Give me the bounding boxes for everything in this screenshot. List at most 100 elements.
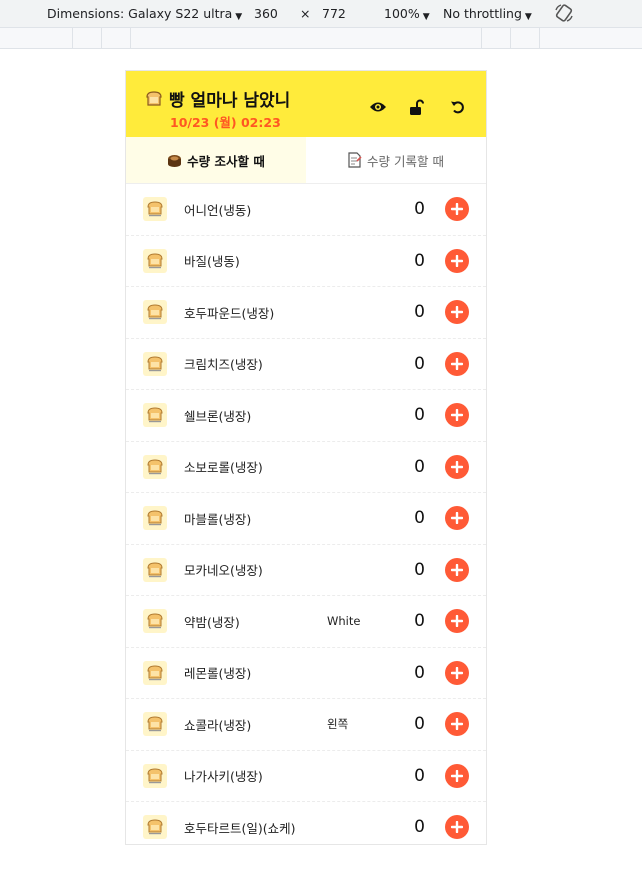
plus-icon: [451, 409, 463, 422]
height-input[interactable]: 772: [322, 6, 346, 21]
plus-icon: [451, 563, 463, 576]
plus-icon: [451, 769, 463, 782]
item-name: 쉘브론(냉장): [184, 408, 252, 424]
plus-icon: [451, 460, 463, 473]
increment-button[interactable]: [445, 351, 469, 376]
item-count: 0: [414, 765, 425, 786]
item-count: 0: [414, 250, 425, 271]
zoom-label: 100%: [384, 6, 420, 21]
caret-down-icon: ▼: [524, 12, 532, 22]
tab-survey[interactable]: 수량 조사할 때: [126, 137, 306, 183]
item-name: 쇼콜라(냉장): [184, 717, 252, 733]
increment-button[interactable]: [445, 712, 469, 737]
caret-down-icon: ▼: [235, 12, 243, 22]
increment-button[interactable]: [445, 403, 469, 428]
item-count: 0: [414, 714, 425, 735]
bread-list: 어니언(냉동) 0 바질(냉동) 0 호두파운드(냉장) 0 크림치즈(냉장) …: [126, 184, 486, 844]
rotate-icon[interactable]: [553, 2, 575, 24]
item-count: 0: [414, 662, 425, 683]
bread-icon: [146, 91, 162, 106]
item-count: 0: [414, 353, 425, 374]
cake-icon: [168, 154, 182, 167]
bread-thumbnail-icon: [143, 351, 167, 376]
device-select[interactable]: Dimensions: Galaxy S22 ultra ▼: [47, 6, 242, 22]
item-count: 0: [414, 456, 425, 477]
increment-button[interactable]: [445, 454, 469, 479]
plus-icon: [451, 821, 463, 834]
view-toggle-button[interactable]: [367, 96, 389, 118]
item-name: 마블롤(냉장): [184, 511, 252, 527]
current-datetime: 10/23 (월) 02:23: [170, 115, 281, 130]
increment-button[interactable]: [445, 506, 469, 531]
item-name: 크림치즈(냉장): [184, 357, 263, 373]
item-name: 레몬롤(냉장): [184, 666, 252, 682]
width-input[interactable]: 360: [254, 6, 278, 21]
item-count: 0: [414, 199, 425, 220]
plus-icon: [451, 357, 463, 370]
lock-toggle-button[interactable]: [406, 96, 428, 118]
eye-icon: [370, 102, 386, 112]
bread-thumbnail-icon: [143, 300, 167, 325]
item-count: 0: [414, 559, 425, 580]
app-viewport: 빵 얼마나 남았니 10/23 (월) 02:23 수량 조사할 때 수량 기록…: [126, 71, 486, 844]
plus-icon: [451, 718, 463, 731]
increment-button[interactable]: [445, 248, 469, 273]
throttle-select[interactable]: No throttling ▼: [443, 6, 532, 22]
app-header: 빵 얼마나 남았니 10/23 (월) 02:23: [126, 71, 486, 137]
list-item: 약밤(냉장) White 0: [126, 596, 486, 648]
page-title: 빵 얼마나 남았니: [169, 91, 291, 111]
devtools-toolbar: Dimensions: Galaxy S22 ultra ▼ 360 × 772 …: [0, 0, 642, 27]
bread-thumbnail-icon: [143, 815, 167, 840]
item-count: 0: [414, 611, 425, 632]
plus-icon: [451, 306, 463, 319]
refresh-icon: [451, 101, 464, 114]
item-name: 호두파운드(냉장): [184, 305, 275, 321]
item-count: 0: [414, 405, 425, 426]
bread-thumbnail-icon: [143, 248, 167, 273]
tab-record-label: 수량 기록할 때: [367, 153, 444, 169]
increment-button[interactable]: [445, 815, 469, 840]
bread-thumbnail-icon: [143, 557, 167, 582]
bread-thumbnail-icon: [143, 506, 167, 531]
plus-icon: [451, 615, 463, 628]
unlock-icon: [410, 99, 424, 115]
item-count: 0: [414, 508, 425, 529]
list-item: 쉘브론(냉장) 0: [126, 390, 486, 442]
item-count: 0: [414, 302, 425, 323]
item-name: 약밤(냉장): [184, 614, 240, 630]
bread-thumbnail-icon: [143, 609, 167, 634]
throttle-label: No throttling: [443, 6, 522, 21]
list-item: 레몬롤(냉장) 0: [126, 648, 486, 699]
list-item: 나가사키(냉장) 0: [126, 751, 486, 802]
bread-thumbnail-icon: [143, 712, 167, 737]
list-item: 소보로롤(냉장) 0: [126, 442, 486, 493]
item-name: 바질(냉동): [184, 254, 240, 270]
tab-record[interactable]: 수량 기록할 때: [306, 137, 486, 183]
item-count: 0: [414, 817, 425, 838]
increment-button[interactable]: [445, 557, 469, 582]
refresh-button[interactable]: [447, 96, 469, 118]
increment-button[interactable]: [445, 609, 469, 634]
increment-button[interactable]: [445, 763, 469, 788]
list-item: 바질(냉동) 0: [126, 236, 486, 287]
item-note: 왼쪽: [327, 717, 349, 732]
times-symbol: ×: [300, 6, 311, 21]
tab-survey-label: 수량 조사할 때: [187, 153, 265, 169]
list-item: 어니언(냉동) 0: [126, 184, 486, 236]
list-item: 호두파운드(냉장) 0: [126, 287, 486, 339]
item-note: White: [327, 614, 361, 629]
bread-thumbnail-icon: [143, 763, 167, 788]
increment-button[interactable]: [445, 197, 469, 222]
media-query-ruler: [0, 27, 642, 49]
increment-button[interactable]: [445, 300, 469, 325]
bread-thumbnail-icon: [143, 403, 167, 428]
device-label: Dimensions: Galaxy S22 ultra: [47, 6, 233, 21]
caret-down-icon: ▼: [422, 12, 430, 22]
increment-button[interactable]: [445, 660, 469, 685]
item-name: 어니언(냉동): [184, 202, 252, 218]
plus-icon: [451, 512, 463, 525]
item-name: 모카네오(냉장): [184, 563, 263, 579]
zoom-select[interactable]: 100% ▼: [384, 6, 430, 22]
list-item: 쇼콜라(냉장) 왼쪽 0: [126, 699, 486, 751]
plus-icon: [451, 254, 463, 267]
